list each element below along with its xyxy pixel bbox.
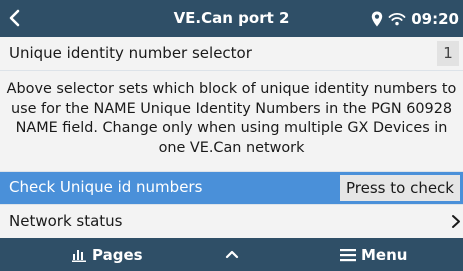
wifi-icon: [388, 12, 406, 25]
network-status-row[interactable]: Network status: [0, 205, 463, 238]
pages-button[interactable]: Pages: [72, 238, 143, 271]
pages-chart-icon: [72, 249, 86, 262]
check-unique-id-row[interactable]: Check Unique id numbers Press to check: [0, 172, 463, 204]
hamburger-menu-icon: [340, 248, 356, 261]
unique-identity-selector-value[interactable]: 1: [437, 41, 459, 66]
chevron-right-icon: [452, 215, 460, 228]
pages-label: Pages: [92, 245, 143, 264]
bottom-bar: Pages Menu: [0, 238, 463, 271]
info-description-text: Above selector sets which block of uniqu…: [6, 81, 457, 156]
network-status-label: Network status: [9, 212, 123, 230]
unique-identity-selector-row[interactable]: Unique identity number selector 1: [0, 37, 463, 70]
chevron-up-icon[interactable]: [225, 246, 239, 262]
press-to-check-button[interactable]: Press to check: [340, 175, 460, 201]
back-icon[interactable]: [6, 8, 24, 28]
info-description-row: Above selector sets which block of uniqu…: [0, 71, 463, 171]
location-pin-icon: [372, 11, 383, 26]
menu-label: Menu: [361, 245, 408, 264]
top-bar: VE.Can port 2 09:20: [0, 0, 463, 37]
status-area: 09:20: [371, 0, 459, 37]
menu-button[interactable]: Menu: [340, 238, 407, 271]
clock: 09:20: [411, 9, 459, 28]
unique-identity-selector-label: Unique identity number selector: [9, 44, 252, 62]
check-unique-id-label: Check Unique id numbers: [9, 178, 203, 196]
